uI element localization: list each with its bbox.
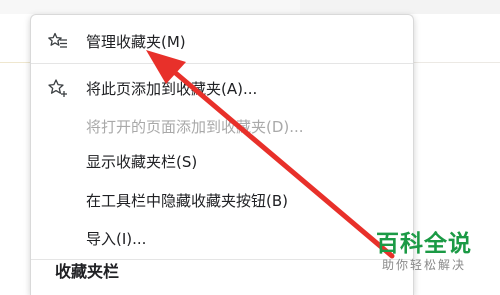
favorites-menu: 管理收藏夹(M) 将此页添加到收藏夹(A)... 将打开的页面添加到收藏夹(D)… [30,14,414,295]
star-list-icon [47,31,69,51]
menu-item-label: 导入(I)... [86,229,147,248]
menu-item-label: 在工具栏中隐藏收藏夹按钮(B) [86,191,288,210]
background-divider-right [412,62,500,63]
background-divider-left [0,62,30,63]
watermark-title: 百科全说 [376,231,472,257]
menu-item-manage-favorites[interactable]: 管理收藏夹(M) [31,24,413,58]
star-add-icon [47,78,69,98]
menu-item-hide-favorites-button[interactable]: 在工具栏中隐藏收藏夹按钮(B) [31,183,413,217]
watermark: 百科全说 助你轻松解决 [372,224,496,278]
menu-item-label: 将打开的页面添加到收藏夹(D)... [86,117,304,136]
menu-item-label: 将此页添加到收藏夹(A)... [86,79,258,98]
favorites-bar-section-title: 收藏夹栏 [55,262,120,281]
menu-item-label: 管理收藏夹(M) [86,32,186,51]
menu-item-label: 显示收藏夹栏(S) [86,152,198,171]
menu-item-show-favorites-bar[interactable]: 显示收藏夹栏(S) [31,144,413,178]
menu-item-import[interactable]: 导入(I)... [31,221,413,255]
watermark-subtitle: 助你轻松解决 [382,258,467,272]
background-panel [300,0,500,14]
menu-item-add-page[interactable]: 将此页添加到收藏夹(A)... [31,71,413,105]
menu-separator [31,63,413,64]
menu-item-add-open-pages[interactable]: 将打开的页面添加到收藏夹(D)... [31,109,413,143]
